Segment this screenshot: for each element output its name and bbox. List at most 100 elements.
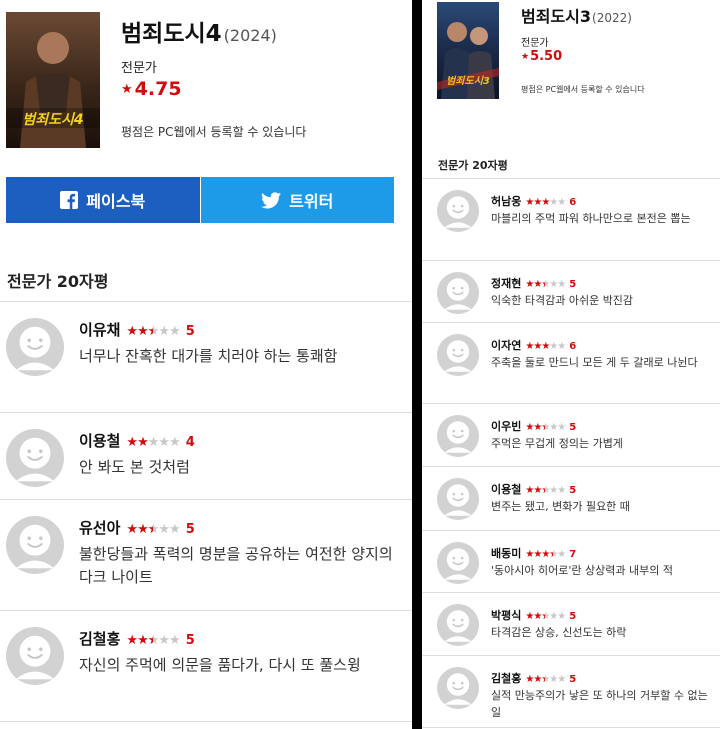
review-comment: 자신의 주먹에 의문을 품다가, 다시 또 풀스윙 (79, 656, 361, 674)
avatar-icon (437, 272, 479, 314)
rating-star-icon: ★★ (147, 324, 160, 339)
avatar-icon (6, 516, 64, 574)
rating-star-icon: ★ (158, 633, 170, 648)
reviewer-line: 배동미★★★★★★7 (491, 545, 576, 561)
reviewer-name[interactable]: 배동미 (491, 547, 521, 560)
rating-star-icon: ★ (126, 324, 138, 339)
reviewer-name[interactable]: 이용철 (79, 432, 120, 450)
reviewer-name[interactable]: 김철홍 (79, 630, 120, 648)
rating-star-icon: ★ (126, 435, 138, 450)
rating-star-icon: ★ (557, 485, 566, 496)
review-row[interactable]: 배동미★★★★★★7'동아시아 히어로'란 상상력과 내부의 적 (422, 531, 720, 593)
movie-title-text: 범죄도시3 (521, 7, 592, 26)
review-list: 허남웅 ★★★★★ 6 마블리의 주먹 파워 하나만으로 본전은 뽑는 정재현 ★★★ ★★… (422, 178, 720, 728)
review-row[interactable]: 이우빈★★★★★★5주먹은 무겁게 정의는 가볍게 (422, 404, 720, 467)
rating-star-icon: ★ (137, 435, 149, 450)
review-row[interactable]: 이자연 ★★★★★ 6 주축을 둘로 만드니 모든 게 두 갈래로 나뉜다 (422, 323, 720, 404)
review-row[interactable]: 허남웅 ★★★★★ 6 마블리의 주먹 파워 하나만으로 본전은 뽑는 (422, 179, 720, 261)
rating-star-icon: ★ (557, 422, 566, 433)
rating-star-icon: ★ (169, 435, 181, 450)
avatar-icon (437, 190, 479, 232)
rating-star-icon: ★ (126, 522, 138, 537)
review-row[interactable]: 정재현★★★★★★5익숙한 타격감과 아쉬운 박진감 (422, 261, 720, 323)
facebook-share-button[interactable]: 페이스북 (6, 177, 200, 223)
left-screenshot-panel: 범죄도시4 범죄도시4 (2024) 전문가 ★ 4.75 평점은 PC웹에서 등록… (0, 0, 412, 729)
movie-year: (2022) (592, 11, 632, 25)
movie-title[interactable]: 범죄도시3(2022) (521, 3, 632, 27)
review-row[interactable]: 이용철★★★★★★5변주는 됐고, 변화가 필요한 때 (422, 467, 720, 531)
expert-score-value: 5.50 (530, 49, 563, 64)
rating-value: 5 (569, 485, 577, 496)
rating-stars: ★★★★★ (525, 341, 566, 352)
rating-stars: ★★★★★★ (525, 279, 566, 290)
rating-stars: ★★★★★ (525, 197, 566, 208)
review-row[interactable]: 유선아★★★★★★5불한당들과 폭력의 명분을 공유하는 여전한 양지의 다크 … (0, 500, 412, 611)
twitter-label: 트위터 (289, 192, 334, 211)
reviewer-line: 이유채★★★★★★5 (79, 319, 195, 340)
movie-title-text: 범죄도시4 (121, 21, 222, 47)
reviewer-name[interactable]: 이우빈 (491, 420, 521, 433)
reviewer-line: 이용철 ★★★★★ 4 (79, 430, 195, 451)
rating-stars: ★★★★★★ (525, 611, 566, 622)
avatar-icon (437, 542, 479, 584)
expert-score: ★ 4.75 (121, 78, 182, 100)
rating-star-icon: ★ (533, 422, 542, 433)
rating-star-icon: ★ (158, 324, 170, 339)
section-title: 전문가 20자평 (438, 159, 508, 172)
rating-value: 5 (185, 633, 195, 648)
poster-caption: 범죄도시4 (22, 112, 84, 128)
reviewer-name[interactable]: 이자연 (491, 339, 521, 352)
reviewer-line: 정재현★★★★★★5 (491, 275, 576, 291)
review-comment: 주먹은 무겁게 정의는 가볍게 (491, 437, 623, 450)
review-comment: '동아시아 히어로'란 상상력과 내부의 적 (491, 564, 673, 577)
reviewer-name[interactable]: 정재현 (491, 277, 521, 290)
rating-star-icon: ★ (147, 435, 160, 450)
reviewer-line: 김철홍★★★★★★5 (491, 670, 576, 686)
reviewer-line: 김철홍★★★★★★5 (79, 628, 195, 649)
rating-value: 7 (569, 549, 577, 560)
reviewer-name[interactable]: 허남웅 (491, 195, 521, 208)
review-row[interactable]: 이용철 ★★★★★ 4 안 봐도 본 것처럼 (0, 413, 412, 500)
rating-star-icon: ★ (158, 522, 170, 537)
twitter-share-button[interactable]: 트위터 (199, 177, 394, 223)
rating-stars: ★★★★★★ (525, 422, 566, 433)
review-comment: 너무나 잔혹한 대가를 치러야 하는 통쾌함 (79, 347, 338, 365)
movie-poster[interactable]: 범죄도시4 (6, 12, 100, 148)
rating-star-icon: ★ (557, 341, 566, 352)
rating-notice: 평점은 PC웹에서 등록할 수 있습니다 (521, 85, 645, 94)
movie-poster[interactable]: 범죄도시3 (437, 2, 499, 99)
avatar-icon (6, 318, 64, 376)
poster-caption: 범죄도시3 (446, 76, 490, 87)
avatar-icon (437, 667, 479, 709)
review-row[interactable]: 박평식★★★★★★5타격감은 상승, 신선도는 하락 (422, 593, 720, 656)
reviewer-name[interactable]: 이용철 (491, 483, 521, 496)
twitter-icon (261, 191, 282, 209)
reviewer-line: 박평식★★★★★★5 (491, 607, 576, 623)
review-comment: 익숙한 타격감과 아쉬운 박진감 (491, 294, 634, 307)
rating-star-icon: ★ (137, 633, 149, 648)
rating-stars: ★★★★★ (126, 435, 181, 450)
movie-title[interactable]: 범죄도시4 (2024) (121, 14, 277, 48)
reviewer-name[interactable]: 김철홍 (491, 672, 521, 685)
reviewer-name[interactable]: 유선아 (79, 519, 120, 537)
right-screenshot-panel: 범죄도시3 범죄도시3(2022) 전문가 ★5.50 평점은 PC웹에서 등록… (422, 0, 720, 729)
reviewer-line: 유선아★★★★★★5 (79, 517, 195, 538)
review-row[interactable]: 김철홍★★★★★★5실적 만능주의가 낳은 또 하나의 거부할 수 없는 일 (422, 656, 720, 728)
rating-value: 6 (569, 341, 577, 352)
expert-label: 전문가 (521, 38, 549, 49)
reviewer-name[interactable]: 박평식 (491, 609, 521, 622)
review-comment: 실적 만능주의가 낳은 또 하나의 거부할 수 없는 일 (491, 689, 708, 719)
expert-score: ★5.50 (521, 49, 562, 64)
share-bar: 페이스북 트위터 (6, 177, 394, 223)
review-row[interactable]: 김철홍★★★★★★5자신의 주먹에 의문을 품다가, 다시 또 풀스윙 (0, 611, 412, 722)
rating-star-icon: ★★ (549, 549, 558, 560)
review-row[interactable]: 이유채★★★★★★5너무나 잔혹한 대가를 치러야 하는 통쾌함 (0, 302, 412, 413)
reviewer-line: 이용철★★★★★★5 (491, 481, 576, 497)
avatar-icon (6, 429, 64, 487)
reviewer-name[interactable]: 이유채 (79, 321, 120, 339)
rating-value: 6 (569, 197, 577, 208)
review-comment: 마블리의 주먹 파워 하나만으로 본전은 뽑는 (491, 212, 691, 225)
rating-value: 5 (569, 422, 577, 433)
rating-star-icon: ★★ (541, 611, 550, 622)
rating-star-icon: ★ (557, 674, 566, 685)
